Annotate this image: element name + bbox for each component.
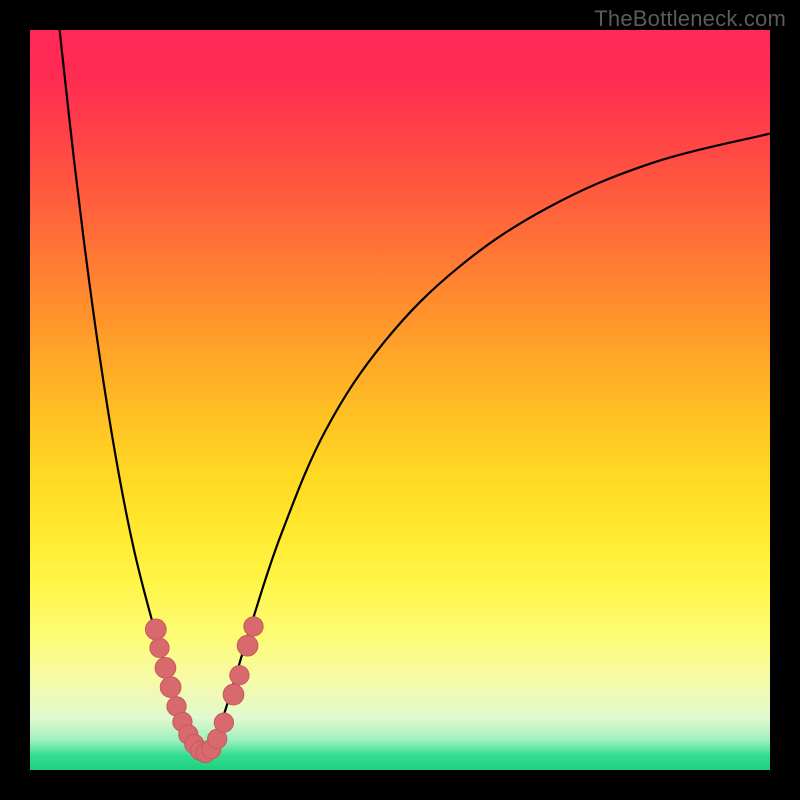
- curve-right: [208, 134, 770, 752]
- data-marker: [244, 617, 263, 636]
- data-marker: [155, 658, 176, 679]
- data-marker: [230, 666, 249, 685]
- data-marker: [237, 635, 258, 656]
- data-marker: [145, 619, 166, 640]
- plot-area: [30, 30, 770, 770]
- data-marker: [223, 684, 244, 705]
- data-marker: [214, 713, 233, 732]
- chart-svg: [30, 30, 770, 770]
- curve-markers: [145, 617, 263, 763]
- curve-left: [60, 30, 201, 752]
- data-marker: [150, 638, 169, 657]
- watermark-text: TheBottleneck.com: [594, 6, 786, 32]
- chart-stage: TheBottleneck.com: [0, 0, 800, 800]
- data-marker: [160, 677, 181, 698]
